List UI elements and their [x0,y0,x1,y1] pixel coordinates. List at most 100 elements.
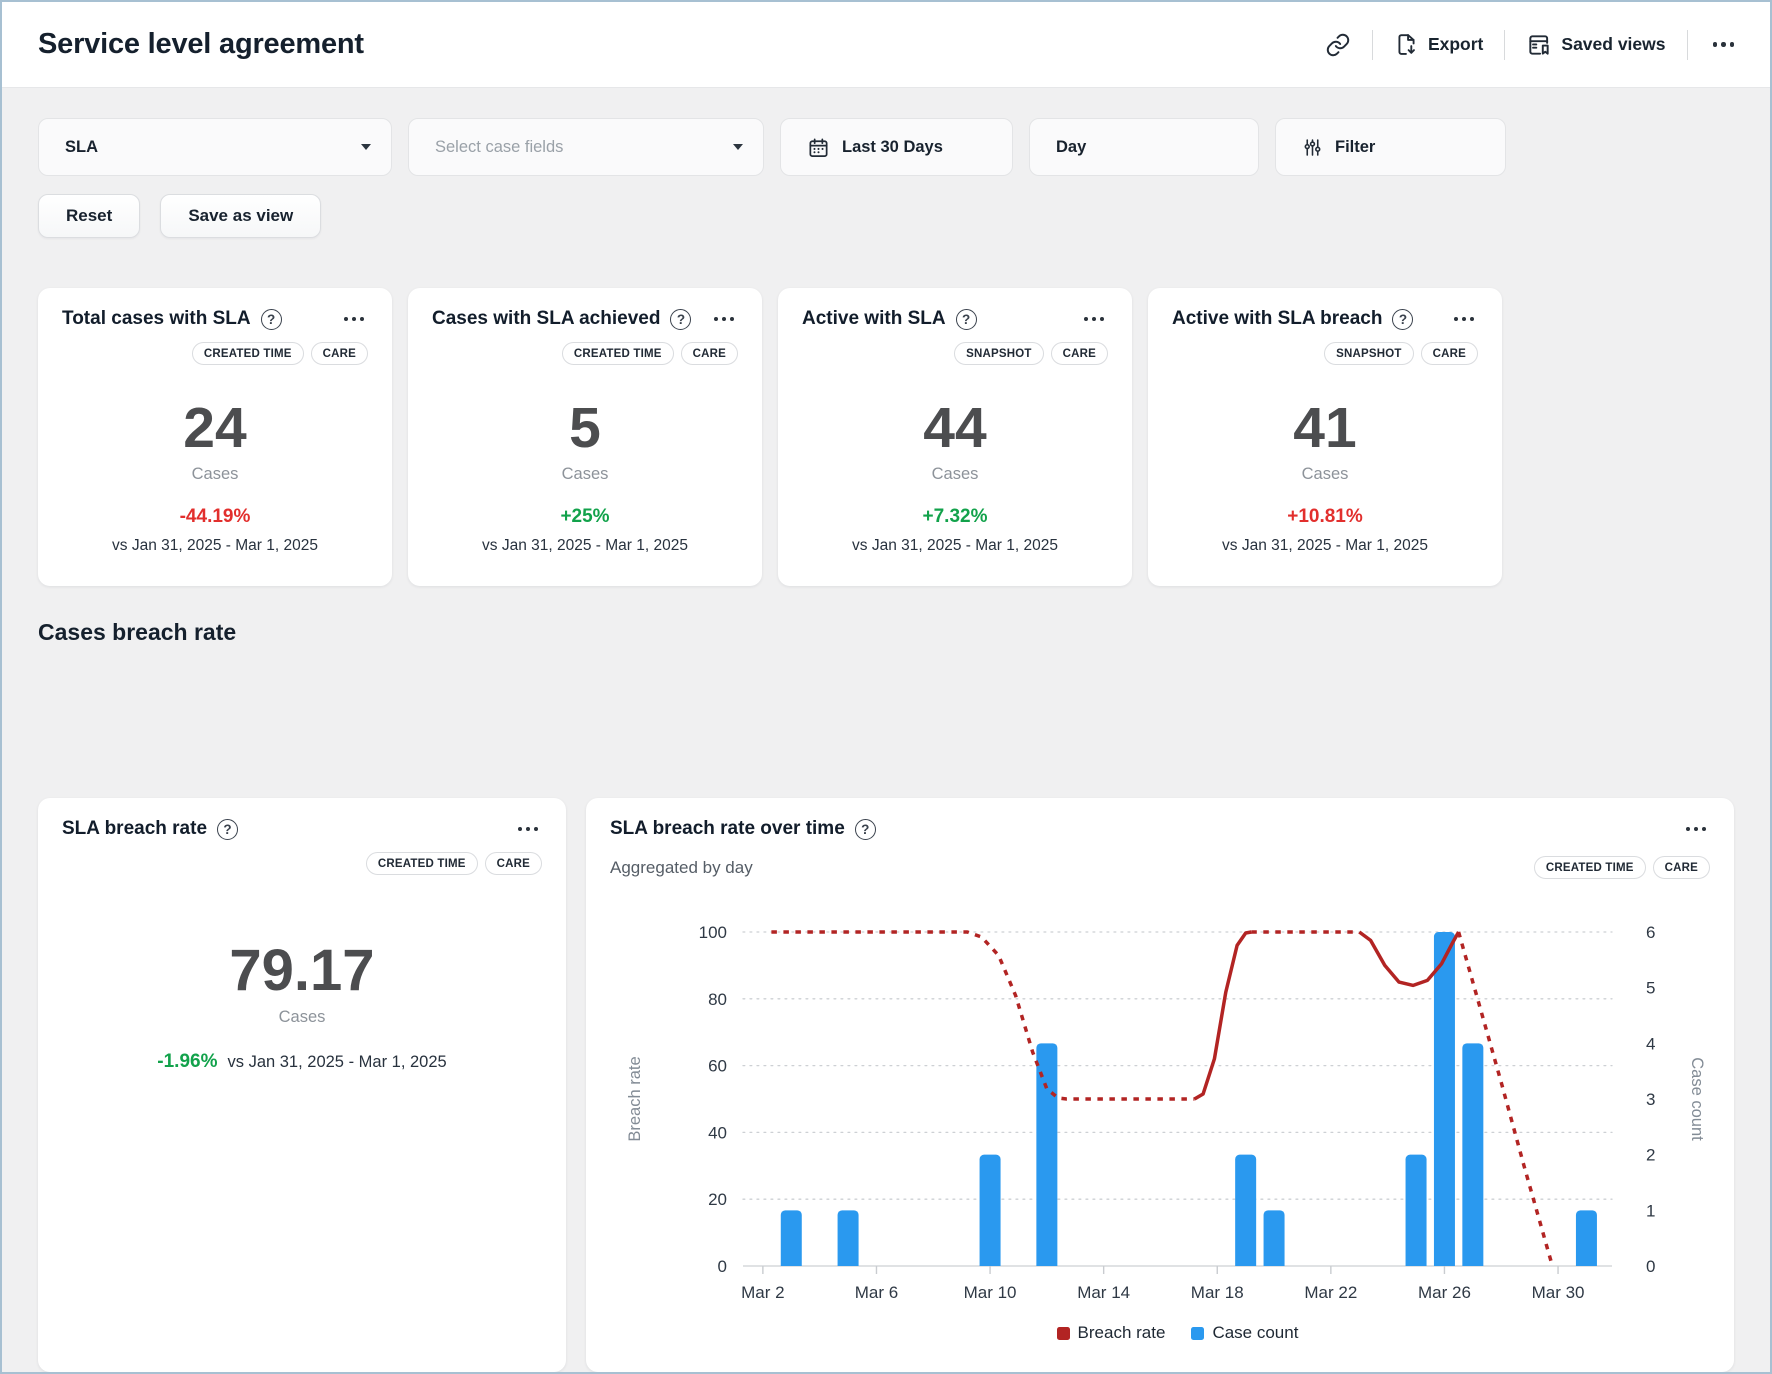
dashboard-content: SLA Select case fields Last 30 Days Day [2,88,1770,1372]
kpi-comparison: vs Jan 31, 2025 - Mar 1, 2025 [802,537,1108,555]
kpi-unit: Cases [802,465,1108,484]
kpi-value: 5 [432,395,738,461]
kpi-delta: +10.81% [1172,506,1478,528]
kpi-card-total-cases-with-sla: Total cases with SLA CREATED TIMECARE 24… [38,288,392,586]
svg-text:0: 0 [718,1257,727,1276]
legend-item-case-count[interactable]: Case count [1191,1323,1298,1343]
badge: CARE [1051,342,1108,365]
date-range-picker[interactable]: Last 30 Days [780,118,1013,176]
badge: SNAPSHOT [954,342,1044,365]
help-icon[interactable] [670,309,691,330]
case-fields-dropdown[interactable]: Select case fields [408,118,764,176]
filter-bar: SLA Select case fields Last 30 Days Day [38,118,1734,176]
calendar-icon [807,136,830,159]
card-title: Active with SLA [802,308,946,330]
badge: CARE [681,342,738,365]
link-icon[interactable] [1325,32,1351,58]
svg-text:Mar 10: Mar 10 [964,1283,1017,1302]
badge: CREATED TIME [192,342,304,365]
card-title: Total cases with SLA [62,308,251,330]
chevron-down-icon [361,144,371,150]
svg-text:3: 3 [1646,1090,1655,1109]
kpi-card-row: Total cases with SLA CREATED TIMECARE 24… [38,288,1734,586]
badge: SNAPSHOT [1324,342,1414,365]
help-icon[interactable] [1392,309,1413,330]
svg-text:2: 2 [1646,1146,1655,1165]
kpi-card-active-with-sla-breach: Active with SLA breach SNAPSHOTCARE 41 C… [1148,288,1502,586]
card-more-menu[interactable] [1450,313,1478,325]
help-icon[interactable] [956,309,977,330]
badge: CARE [1653,856,1710,879]
granularity-dropdown[interactable]: Day [1029,118,1259,176]
badge: CREATED TIME [1534,856,1646,879]
badge: CARE [1421,342,1478,365]
card-title: Active with SLA breach [1172,308,1382,330]
chart-area: 0204060801000123456Mar 2Mar 6Mar 10Mar 1… [610,893,1710,1363]
card-title: SLA breach rate over time [610,818,845,840]
svg-text:60: 60 [708,1057,727,1076]
filter-actions: Reset Save as view [38,194,1734,238]
help-icon[interactable] [855,819,876,840]
kpi-delta: -1.96% [157,1051,217,1073]
breach-rate-row: SLA breach rate CREATED TIMECARE 79.17 C… [38,798,1734,1372]
kpi-value: 41 [1172,395,1478,461]
date-range-value: Last 30 Days [842,138,943,157]
card-more-menu[interactable] [1682,823,1710,835]
badge-row: CREATED TIMECARE [62,852,542,875]
svg-text:6: 6 [1646,923,1655,942]
sla-dashboard: Service level agreement Export Saved vie… [0,0,1772,1374]
divider [1504,30,1505,60]
card-more-menu[interactable] [710,313,738,325]
kpi-comparison: vs Jan 31, 2025 - Mar 1, 2025 [62,537,368,555]
divider [1372,30,1373,60]
card-title: SLA breach rate [62,818,207,840]
legend-item-breach-rate[interactable]: Breach rate [1057,1323,1166,1343]
kpi-value: 44 [802,395,1108,461]
filter-button[interactable]: Filter [1275,118,1506,176]
save-as-view-button[interactable]: Save as view [160,194,321,238]
card-more-menu[interactable] [1080,313,1108,325]
saved-views-button[interactable]: Saved views [1526,32,1665,58]
svg-text:100: 100 [699,923,727,942]
metric-dropdown[interactable]: SLA [38,118,392,176]
help-icon[interactable] [261,309,282,330]
kpi-comparison: vs Jan 31, 2025 - Mar 1, 2025 [432,537,738,555]
kpi-comparison: vs Jan 31, 2025 - Mar 1, 2025 [227,1053,446,1072]
header-more-menu[interactable] [1709,38,1739,51]
badge: CARE [311,342,368,365]
export-icon [1394,32,1419,57]
legend-label: Breach rate [1078,1323,1166,1343]
svg-text:Breach rate: Breach rate [626,1056,644,1141]
badge: CARE [485,852,542,875]
saved-views-icon [1526,32,1552,58]
svg-text:Mar 2: Mar 2 [741,1283,784,1302]
svg-text:0: 0 [1646,1257,1655,1276]
sliders-icon [1302,137,1323,158]
badge-row: CREATED TIME CARE [62,342,368,365]
chevron-down-icon [733,144,743,150]
export-button[interactable]: Export [1394,32,1483,57]
badge-row: CREATED TIME CARE [432,342,738,365]
help-icon[interactable] [217,819,238,840]
kpi-unit: Cases [62,1008,542,1027]
reset-button[interactable]: Reset [38,194,140,238]
badge: CREATED TIME [562,342,674,365]
kpi-delta: +25% [432,506,738,528]
sla-breach-rate-card: SLA breach rate CREATED TIMECARE 79.17 C… [38,798,566,1372]
card-more-menu[interactable] [340,313,368,325]
kpi-unit: Cases [62,465,368,484]
case-fields-placeholder: Select case fields [435,138,733,157]
svg-text:80: 80 [708,990,727,1009]
card-more-menu[interactable] [514,823,542,835]
legend-swatch [1057,1327,1070,1340]
svg-text:1: 1 [1646,1201,1655,1220]
svg-text:20: 20 [708,1190,727,1209]
svg-text:4: 4 [1646,1034,1655,1053]
saved-views-label: Saved views [1561,34,1665,55]
svg-text:Mar 30: Mar 30 [1532,1283,1585,1302]
svg-text:Mar 22: Mar 22 [1304,1283,1357,1302]
badge-row: CREATED TIME CARE [1534,856,1710,879]
svg-text:Mar 18: Mar 18 [1191,1283,1244,1302]
card-title: Cases with SLA achieved [432,308,660,330]
metric-dropdown-value: SLA [65,138,361,157]
